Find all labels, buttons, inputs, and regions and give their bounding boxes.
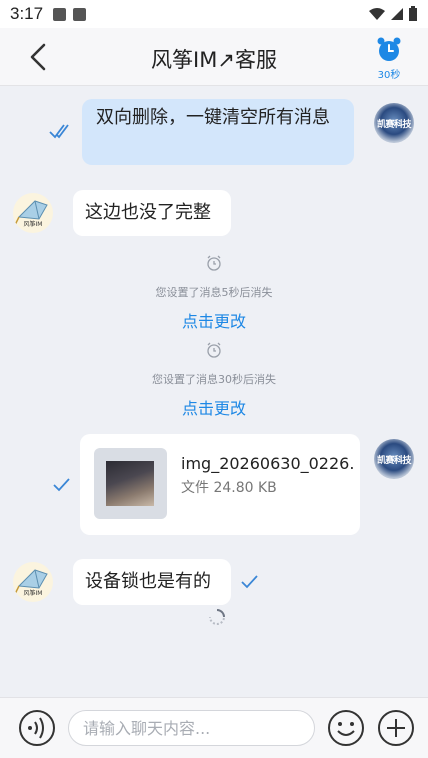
file-thumbnail xyxy=(94,448,167,519)
read-double-check-icon xyxy=(49,124,69,139)
alarm-clock-icon xyxy=(207,255,221,271)
message-bubble-outgoing[interactable]: 双向删除，一键清空所有消息 xyxy=(82,99,354,165)
voice-icon[interactable] xyxy=(17,708,57,748)
burn-timer-button[interactable]: 30秒 xyxy=(372,36,406,81)
message-text: 这边也没了完整 xyxy=(85,202,211,223)
message-input[interactable] xyxy=(68,710,315,746)
message-bubble-incoming[interactable]: 这边也没了完整 xyxy=(73,190,231,236)
chat-header: 风筝IM↗客服 30秒 xyxy=(0,28,428,86)
message-bubble-incoming[interactable]: 设备锁也是有的 xyxy=(73,559,231,605)
battery-icon xyxy=(409,6,417,21)
message-text: 双向删除，一键清空所有消息 xyxy=(96,107,330,128)
chat-title: 风筝IM↗客服 xyxy=(151,48,277,72)
input-bar xyxy=(0,697,428,758)
add-icon[interactable] xyxy=(376,708,416,748)
message-text: 设备锁也是有的 xyxy=(85,571,211,592)
avatar[interactable]: 风筝IM xyxy=(13,562,53,602)
change-timer-link[interactable]: 点击更改 xyxy=(0,395,428,419)
notification-icon xyxy=(53,7,67,21)
avatar[interactable]: 凯赛科技 xyxy=(374,103,414,143)
avatar-label: 风筝IM xyxy=(23,221,43,228)
sent-check-icon xyxy=(241,575,258,589)
avatar[interactable]: 凯赛科技 xyxy=(374,439,414,479)
app-notification-icon xyxy=(73,7,87,21)
avatar-label: 凯赛科技 xyxy=(376,456,412,466)
avatar[interactable]: 风筝IM xyxy=(13,193,53,233)
status-bar: 3:17 xyxy=(0,0,428,28)
alarm-clock-icon xyxy=(377,37,401,61)
status-time: 3:17 xyxy=(10,4,44,23)
image-preview xyxy=(106,461,154,506)
system-notice-text: 您设置了消息5秒后消失 xyxy=(155,286,273,299)
sent-check-icon xyxy=(53,478,70,492)
alarm-clock-icon xyxy=(207,342,221,358)
emoji-icon[interactable] xyxy=(326,708,366,748)
system-notice: 您设置了消息5秒后消失 点击更改 xyxy=(0,254,428,332)
file-size: 文件 24.80 KB xyxy=(181,480,277,496)
avatar-label: 凯赛科技 xyxy=(376,120,412,130)
avatar-label: 风筝IM xyxy=(23,590,43,597)
file-name: img_20260630_0226... xyxy=(181,454,353,473)
system-notice: 您设置了消息30秒后消失 点击更改 xyxy=(0,341,428,419)
loading-spinner-icon xyxy=(209,609,225,625)
signal-icon xyxy=(391,8,403,20)
wifi-icon xyxy=(369,8,385,20)
timer-label: 30秒 xyxy=(377,70,401,81)
status-right xyxy=(368,6,418,22)
system-notice-text: 您设置了消息30秒后消失 xyxy=(152,373,276,386)
change-timer-link[interactable]: 点击更改 xyxy=(0,308,428,332)
file-message-card[interactable]: img_20260630_0226... 文件 24.80 KB xyxy=(80,434,360,535)
